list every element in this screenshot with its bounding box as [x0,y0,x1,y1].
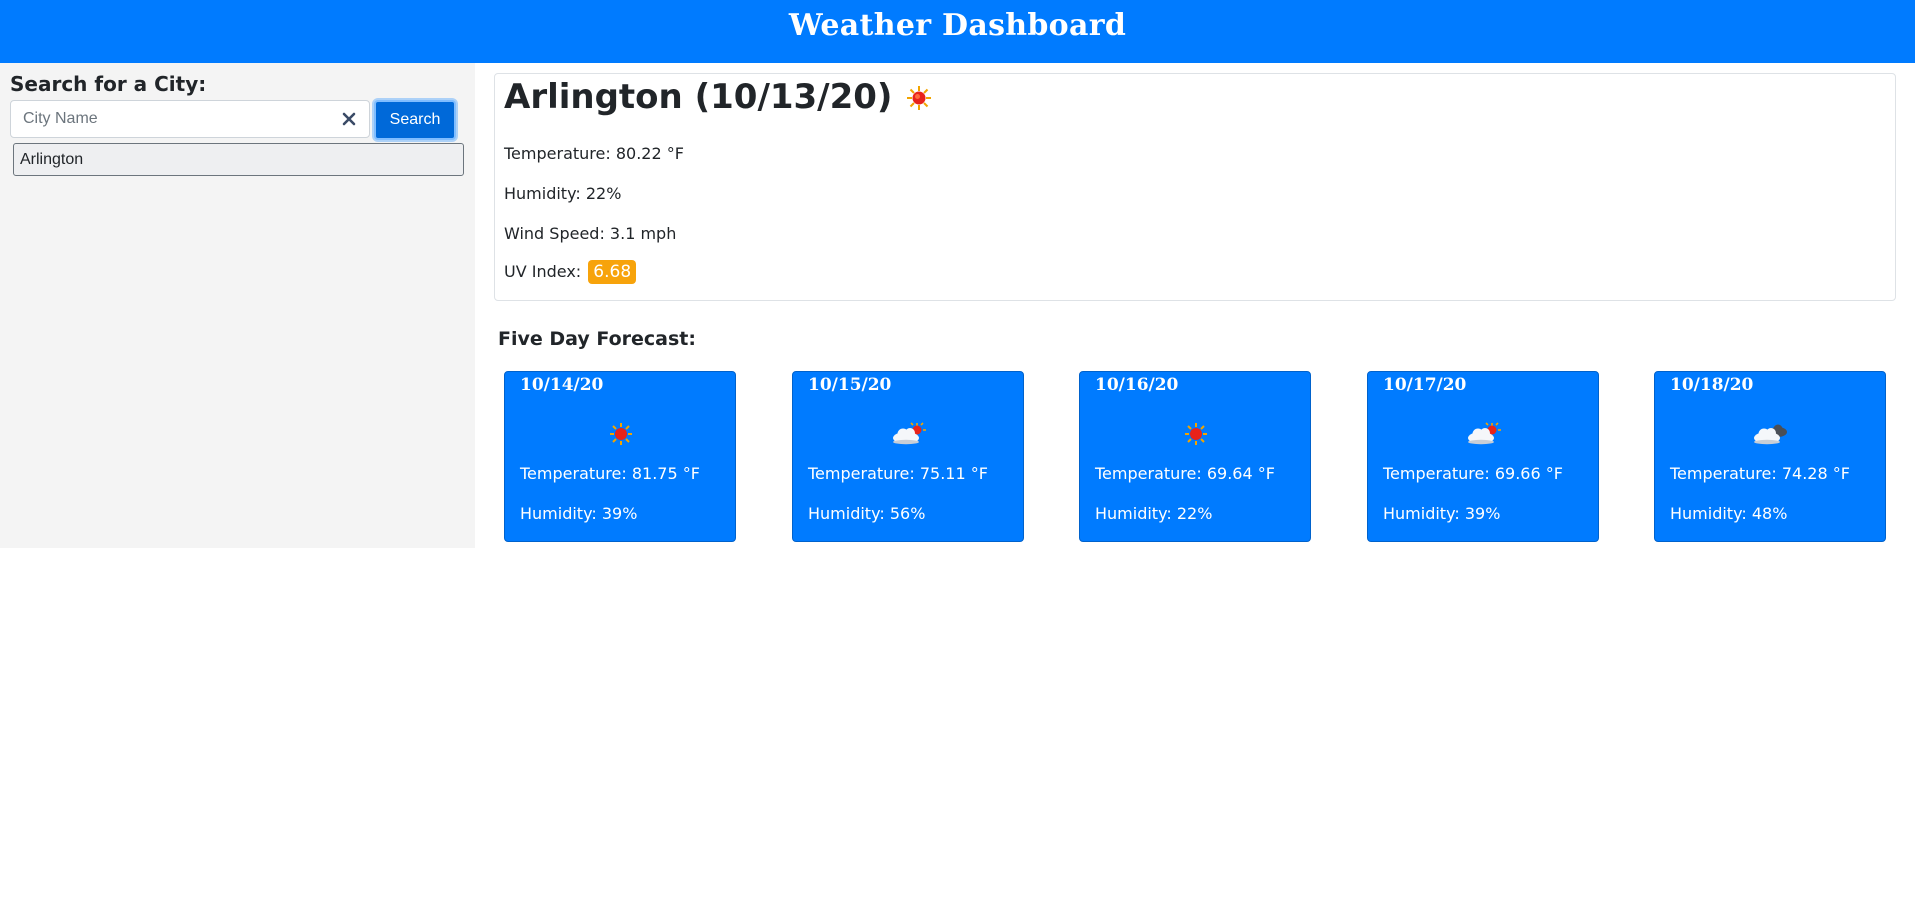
current-wind-speed: Wind Speed: 3.1 mph [504,224,677,243]
current-uv-row: UV Index: 6.68 [504,260,637,284]
forecast-card: 10/16/20 Temperature: 69.64 °F Humidity:… [1079,371,1311,542]
forecast-card: 10/15/20 Temperature: 75.11 °F Humidity:… [792,371,1024,542]
search-button[interactable]: Search [374,100,456,140]
uv-label: UV Index: [504,262,582,281]
current-temperature: Temperature: 80.22 °F [504,144,684,163]
city-search-input[interactable] [10,100,370,138]
sun-icon [601,419,641,449]
clear-icon[interactable] [340,110,358,128]
forecast-temperature: Temperature: 69.66 °F [1383,464,1563,483]
forecast-humidity: Humidity: 22% [1095,504,1213,523]
page-title: Weather Dashboard [788,8,1127,43]
dark-cloud-icon [1751,419,1791,449]
forecast-temperature: Temperature: 75.11 °F [808,464,988,483]
history-item-arlington[interactable]: Arlington [13,143,464,176]
forecast-card: 10/14/20 Temperature: 81.75 °F Humidity:… [504,371,736,542]
forecast-heading: Five Day Forecast: [498,328,696,350]
app-header: Weather Dashboard [0,0,1915,63]
forecast-date: 10/17/20 [1383,375,1467,395]
partly-cloudy-icon [889,419,929,449]
forecast-temperature: Temperature: 81.75 °F [520,464,700,483]
sun-icon [1176,419,1216,449]
forecast-humidity: Humidity: 56% [808,504,926,523]
current-weather-title: Arlington (10/13/20) [504,77,934,117]
forecast-temperature: Temperature: 74.28 °F [1670,464,1850,483]
forecast-humidity: Humidity: 39% [1383,504,1501,523]
forecast-card: 10/18/20 Temperature: 74.28 °F Humidity:… [1654,371,1886,542]
forecast-card: 10/17/20 Temperature: 69.66 °F Humidity:… [1367,371,1599,542]
forecast-date: 10/15/20 [808,375,892,395]
current-city-date: Arlington (10/13/20) [504,77,893,117]
current-humidity: Humidity: 22% [504,184,622,203]
forecast-date: 10/18/20 [1670,375,1754,395]
sun-icon [904,82,934,112]
forecast-temperature: Temperature: 69.64 °F [1095,464,1275,483]
forecast-humidity: Humidity: 39% [520,504,638,523]
sidebar: Search for a City: Search Arlington [0,63,475,548]
forecast-date: 10/16/20 [1095,375,1179,395]
partly-cloudy-icon [1464,419,1504,449]
uv-index-badge: 6.68 [588,260,637,284]
current-weather-card: Arlington (10/13/20) Temperature: 80.22 … [494,73,1896,301]
forecast-humidity: Humidity: 48% [1670,504,1788,523]
forecast-date: 10/14/20 [520,375,604,395]
search-heading: Search for a City: [10,72,207,96]
